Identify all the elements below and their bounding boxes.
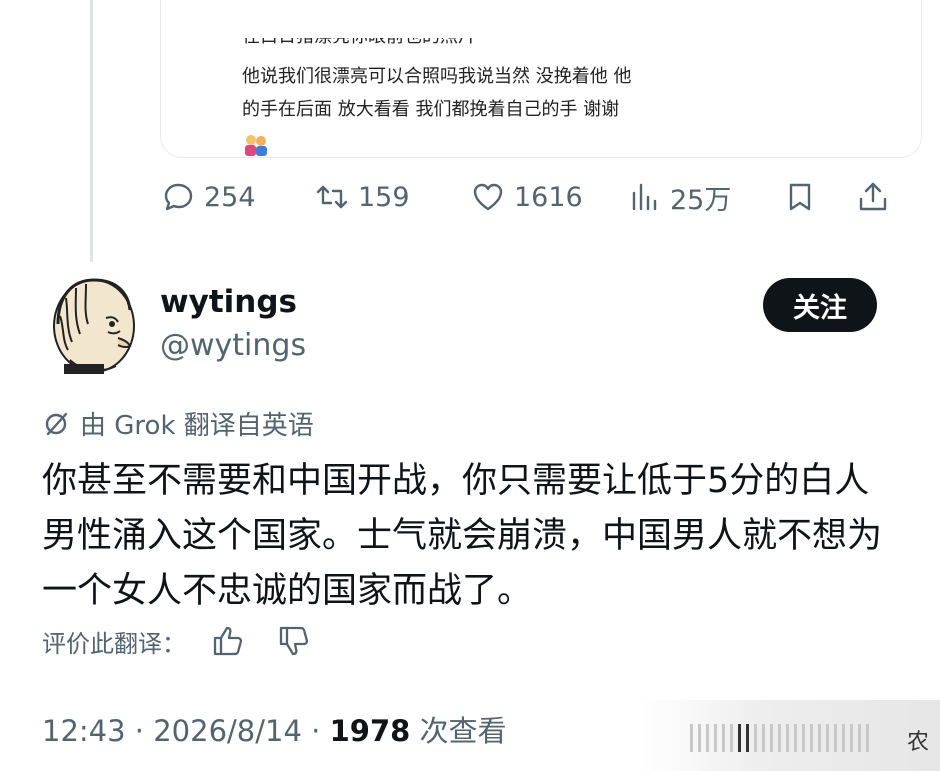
- bookmark-button[interactable]: [782, 172, 818, 222]
- avatar[interactable]: [50, 276, 142, 376]
- views-bar-chart-icon: [632, 183, 657, 211]
- meta-separator: ·: [134, 714, 154, 748]
- thread-line: [90, 0, 93, 262]
- post-date[interactable]: 2026/8/14: [153, 714, 302, 748]
- reply-button[interactable]: 254: [160, 172, 256, 222]
- view-count: 1978: [329, 714, 411, 748]
- grok-icon: [45, 412, 68, 435]
- thumbs-down-icon[interactable]: [276, 623, 312, 659]
- views-button[interactable]: 25万: [626, 172, 731, 222]
- reply-count: 254: [204, 181, 256, 213]
- share-button[interactable]: [855, 172, 891, 222]
- quoted-post-line: 的手在后面 放大看看 我们都挽着自己的手 谢谢: [242, 99, 620, 120]
- views-count: 25万: [670, 184, 732, 216]
- post-time[interactable]: 12:43: [42, 714, 126, 748]
- watermark-bars: [690, 724, 869, 752]
- post-text: 你甚至不需要和中国开战，你只需要让低于5分的白人男性涌入这个国家。士气就会崩溃，…: [42, 461, 883, 611]
- quoted-post-partial-line: 在白日猪漂亮你眼前也的照片: [242, 38, 662, 52]
- quoted-post-line: 他说我们很漂亮可以合照吗我说当然 没挽着他 他: [242, 66, 632, 87]
- meta-separator: ·: [311, 714, 330, 748]
- couple-emoji-icon: [245, 135, 267, 156]
- display-name[interactable]: wytings: [160, 284, 297, 320]
- action-bar: 254 159 1616 25万: [0, 172, 940, 222]
- user-handle[interactable]: @wytings: [160, 328, 306, 363]
- reply-icon: [164, 183, 193, 211]
- like-count: 1616: [514, 181, 583, 213]
- quoted-post-text: 他说我们很漂亮可以合照吗我说当然 没挽着他 他 的手在后面 放大看看 我们都挽着…: [242, 60, 702, 126]
- watermark-corner-text: 农: [907, 730, 930, 755]
- rate-translation: 评价此翻译：: [42, 623, 312, 659]
- like-button[interactable]: 1616: [470, 172, 583, 222]
- rate-translation-label: 评价此翻译：: [42, 629, 186, 658]
- view-suffix: 次查看: [419, 714, 507, 748]
- bookmark-icon: [789, 183, 811, 211]
- share-icon: [859, 182, 887, 211]
- translation-note-text: 由 Grok 翻译自英语: [80, 411, 314, 441]
- translation-note[interactable]: 由 Grok 翻译自英语: [42, 405, 314, 442]
- repost-icon: [316, 185, 348, 209]
- repost-button[interactable]: 159: [314, 172, 410, 222]
- thumbs-up-icon[interactable]: [210, 623, 246, 659]
- follow-button[interactable]: 关注: [763, 278, 877, 332]
- repost-count: 159: [358, 181, 410, 213]
- post-meta: 12:43 · 2026/8/14 · 1978 次查看: [42, 708, 507, 750]
- heart-icon: [473, 183, 503, 211]
